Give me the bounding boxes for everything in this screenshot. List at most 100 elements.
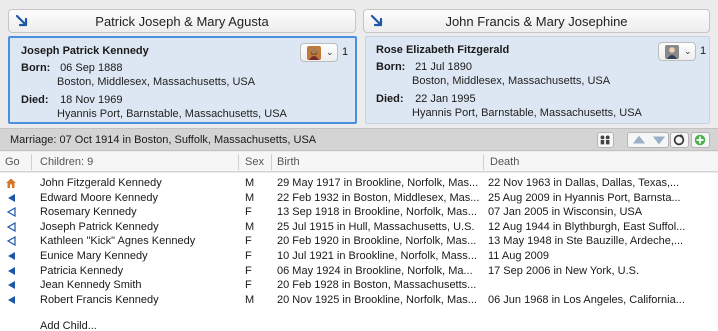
wife-died-row: Died: 22 Jan 1995 <box>376 93 476 105</box>
child-row[interactable]: Kathleen "Kick" Agnes Kennedy F 20 Feb 192… <box>0 234 718 248</box>
go-arrow-filled-icon[interactable] <box>5 279 17 291</box>
child-birth: 22 Feb 1932 in Boston, Middlesex, Mas... <box>277 191 480 204</box>
child-birth: 20 Feb 1920 in Brookline, Norfolk, Mas..… <box>277 235 477 248</box>
go-arrow-outline-icon[interactable] <box>5 235 17 247</box>
child-death: 22 Nov 1963 in Dallas, Dallas, Texas,... <box>488 177 680 189</box>
child-birth: 25 Jul 1915 in Hull, Massachusetts, U.S. <box>277 220 475 233</box>
wife-name: Rose Elizabeth Fitzgerald <box>376 44 510 56</box>
died-label: Died: <box>376 93 404 105</box>
child-sex: F <box>245 235 252 248</box>
child-name: Rosemary Kennedy <box>40 206 137 219</box>
column-divider[interactable] <box>31 154 32 170</box>
husband-parents-button[interactable]: Patrick Joseph & Mary Agusta <box>8 9 356 33</box>
husband-spouse-count: 1 <box>342 46 349 58</box>
child-birth: 06 May 1924 in Brookline, Norfolk, Ma... <box>277 264 473 277</box>
child-row[interactable]: Patricia Kennedy F 06 May 1924 in Brooklin… <box>0 264 718 278</box>
home-icon[interactable] <box>5 177 17 189</box>
child-death: 06 Jun 1968 in Los Angeles, California..… <box>488 293 685 306</box>
wife-born-row: Born: 21 Jul 1890 <box>376 61 472 73</box>
chevron-down-icon: ⌄ <box>326 47 334 57</box>
child-row[interactable]: Robert Francis Kennedy M 20 Nov 1925 in Br… <box>0 293 718 307</box>
add-child-link[interactable]: Add Child... <box>40 320 97 331</box>
go-column-header[interactable]: Go <box>5 156 20 168</box>
child-sex: M <box>245 177 255 189</box>
children-table-header: Go Children: 9 Sex Birth Death <box>0 152 718 172</box>
child-birth: 13 Sep 1918 in Brookline, Norfolk, Mas..… <box>277 206 477 219</box>
wife-spouse-picker[interactable]: ⌄ <box>658 42 696 61</box>
family-view-button[interactable] <box>597 132 614 148</box>
wife-spouse-count: 1 <box>700 45 707 57</box>
refresh-button[interactable] <box>670 132 689 148</box>
marriage-text[interactable]: Marriage: 07 Oct 1914 in Boston, Suffolk… <box>10 134 316 146</box>
wife-parents-label: John Francis & Mary Josephine <box>445 14 628 29</box>
husband-card[interactable]: Joseph Patrick Kennedy ⌄ 1 Born: 06 Sep … <box>8 36 357 124</box>
column-divider[interactable] <box>271 154 272 170</box>
child-sex: M <box>245 191 255 204</box>
child-birth: 20 Feb 1928 in Boston, Massachusetts... <box>277 279 477 292</box>
husband-died-row: Died: 18 Nov 1969 <box>21 94 122 106</box>
add-child-icon <box>694 134 706 146</box>
child-name: Joseph Patrick Kennedy <box>40 220 159 233</box>
female-person-icon <box>307 46 321 60</box>
child-death: 13 May 1948 in Ste Bauzille, Ardeche,... <box>488 235 684 248</box>
child-death: 11 Aug 2009 <box>488 250 549 262</box>
chevron-down-icon: ⌄ <box>684 46 692 56</box>
children-column-header[interactable]: Children: 9 <box>40 156 93 168</box>
husband-born-place: Boston, Middlesex, Massachusetts, USA <box>57 76 256 88</box>
move-down-icon[interactable] <box>649 133 669 147</box>
death-column-header[interactable]: Death <box>490 156 519 168</box>
children-list: John Fitzgerald Kennedy M 29 May 1917 in B… <box>0 173 718 331</box>
go-arrow-outline-icon[interactable] <box>5 206 17 218</box>
child-death: 12 Aug 1944 in Blythburgh, East Suffol..… <box>488 220 686 233</box>
marriage-bar: Marriage: 07 Oct 1914 in Boston, Suffolk… <box>0 128 718 151</box>
child-sex: M <box>245 293 255 306</box>
child-row[interactable]: Jean Kennedy Smith F 20 Feb 1928 in Boston… <box>0 278 718 292</box>
go-arrow-filled-icon[interactable] <box>5 250 17 262</box>
wife-died-date: 22 Jan 1995 <box>415 93 476 105</box>
child-name: Patricia Kennedy <box>40 264 124 277</box>
child-birth: 29 May 1917 in Brookline, Norfolk, Mas..… <box>277 177 479 189</box>
go-arrow-filled-icon[interactable] <box>5 294 17 306</box>
refresh-icon <box>673 133 685 146</box>
column-divider[interactable] <box>483 154 484 170</box>
column-divider[interactable] <box>238 154 239 170</box>
child-sex: M <box>245 220 255 233</box>
husband-died-date: 18 Nov 1969 <box>60 94 123 106</box>
child-birth: 20 Nov 1925 in Brookline, Norfolk, Mas..… <box>277 293 477 306</box>
child-name: Edward Moore Kennedy <box>40 191 159 204</box>
add-button[interactable] <box>691 132 710 148</box>
died-label: Died: <box>21 94 49 106</box>
go-arrow-filled-icon[interactable] <box>5 265 17 277</box>
birth-column-header[interactable]: Birth <box>277 156 300 168</box>
husband-parents-label: Patrick Joseph & Mary Agusta <box>95 14 269 29</box>
child-birth: 10 Jul 1921 in Brookline, Norfolk, Mass.… <box>277 250 477 262</box>
born-label: Born: <box>21 62 51 74</box>
male-person-icon <box>665 45 679 59</box>
husband-born-row: Born: 06 Sep 1888 <box>21 62 122 74</box>
reorder-buttons[interactable] <box>627 132 669 148</box>
wife-parents-button[interactable]: John Francis & Mary Josephine <box>363 9 710 33</box>
child-death: 25 Aug 2009 in Hyannis Port, Barnsta... <box>488 191 681 204</box>
husband-born-date: 06 Sep 1888 <box>60 62 123 74</box>
child-sex: F <box>245 264 252 277</box>
child-row[interactable]: Edward Moore Kennedy M 22 Feb 1932 in Bost… <box>0 191 718 205</box>
child-row[interactable]: John Fitzgerald Kennedy M 29 May 1917 in B… <box>0 176 718 190</box>
wife-died-place: Hyannis Port, Barnstable, Massachusetts,… <box>412 107 642 119</box>
child-row[interactable]: Joseph Patrick Kennedy M 25 Jul 1915 in Hu… <box>0 220 718 234</box>
child-name: Robert Francis Kennedy <box>40 293 159 306</box>
husband-died-place: Hyannis Port, Barnstable, Massachusetts,… <box>57 108 287 120</box>
child-row[interactable]: Rosemary Kennedy F 13 Sep 1918 in Brooklin… <box>0 205 718 219</box>
child-name: John Fitzgerald Kennedy <box>40 177 162 189</box>
child-sex: F <box>245 279 252 292</box>
child-name: Kathleen "Kick" Agnes Kennedy <box>40 235 196 248</box>
wife-card[interactable]: Rose Elizabeth Fitzgerald ⌄ 1 Born: 21 J… <box>365 36 710 124</box>
husband-spouse-picker[interactable]: ⌄ <box>300 43 338 62</box>
go-arrow-filled-icon[interactable] <box>5 192 17 204</box>
go-arrow-outline-icon[interactable] <box>5 221 17 233</box>
child-row[interactable]: Eunice Mary Kennedy F 10 Jul 1921 in Brook… <box>0 249 718 263</box>
child-sex: F <box>245 206 252 219</box>
husband-name: Joseph Patrick Kennedy <box>21 45 149 57</box>
child-death: 07 Jan 2005 in Wisconsin, USA <box>488 206 643 219</box>
sex-column-header[interactable]: Sex <box>245 156 264 168</box>
move-up-icon[interactable] <box>629 133 649 147</box>
